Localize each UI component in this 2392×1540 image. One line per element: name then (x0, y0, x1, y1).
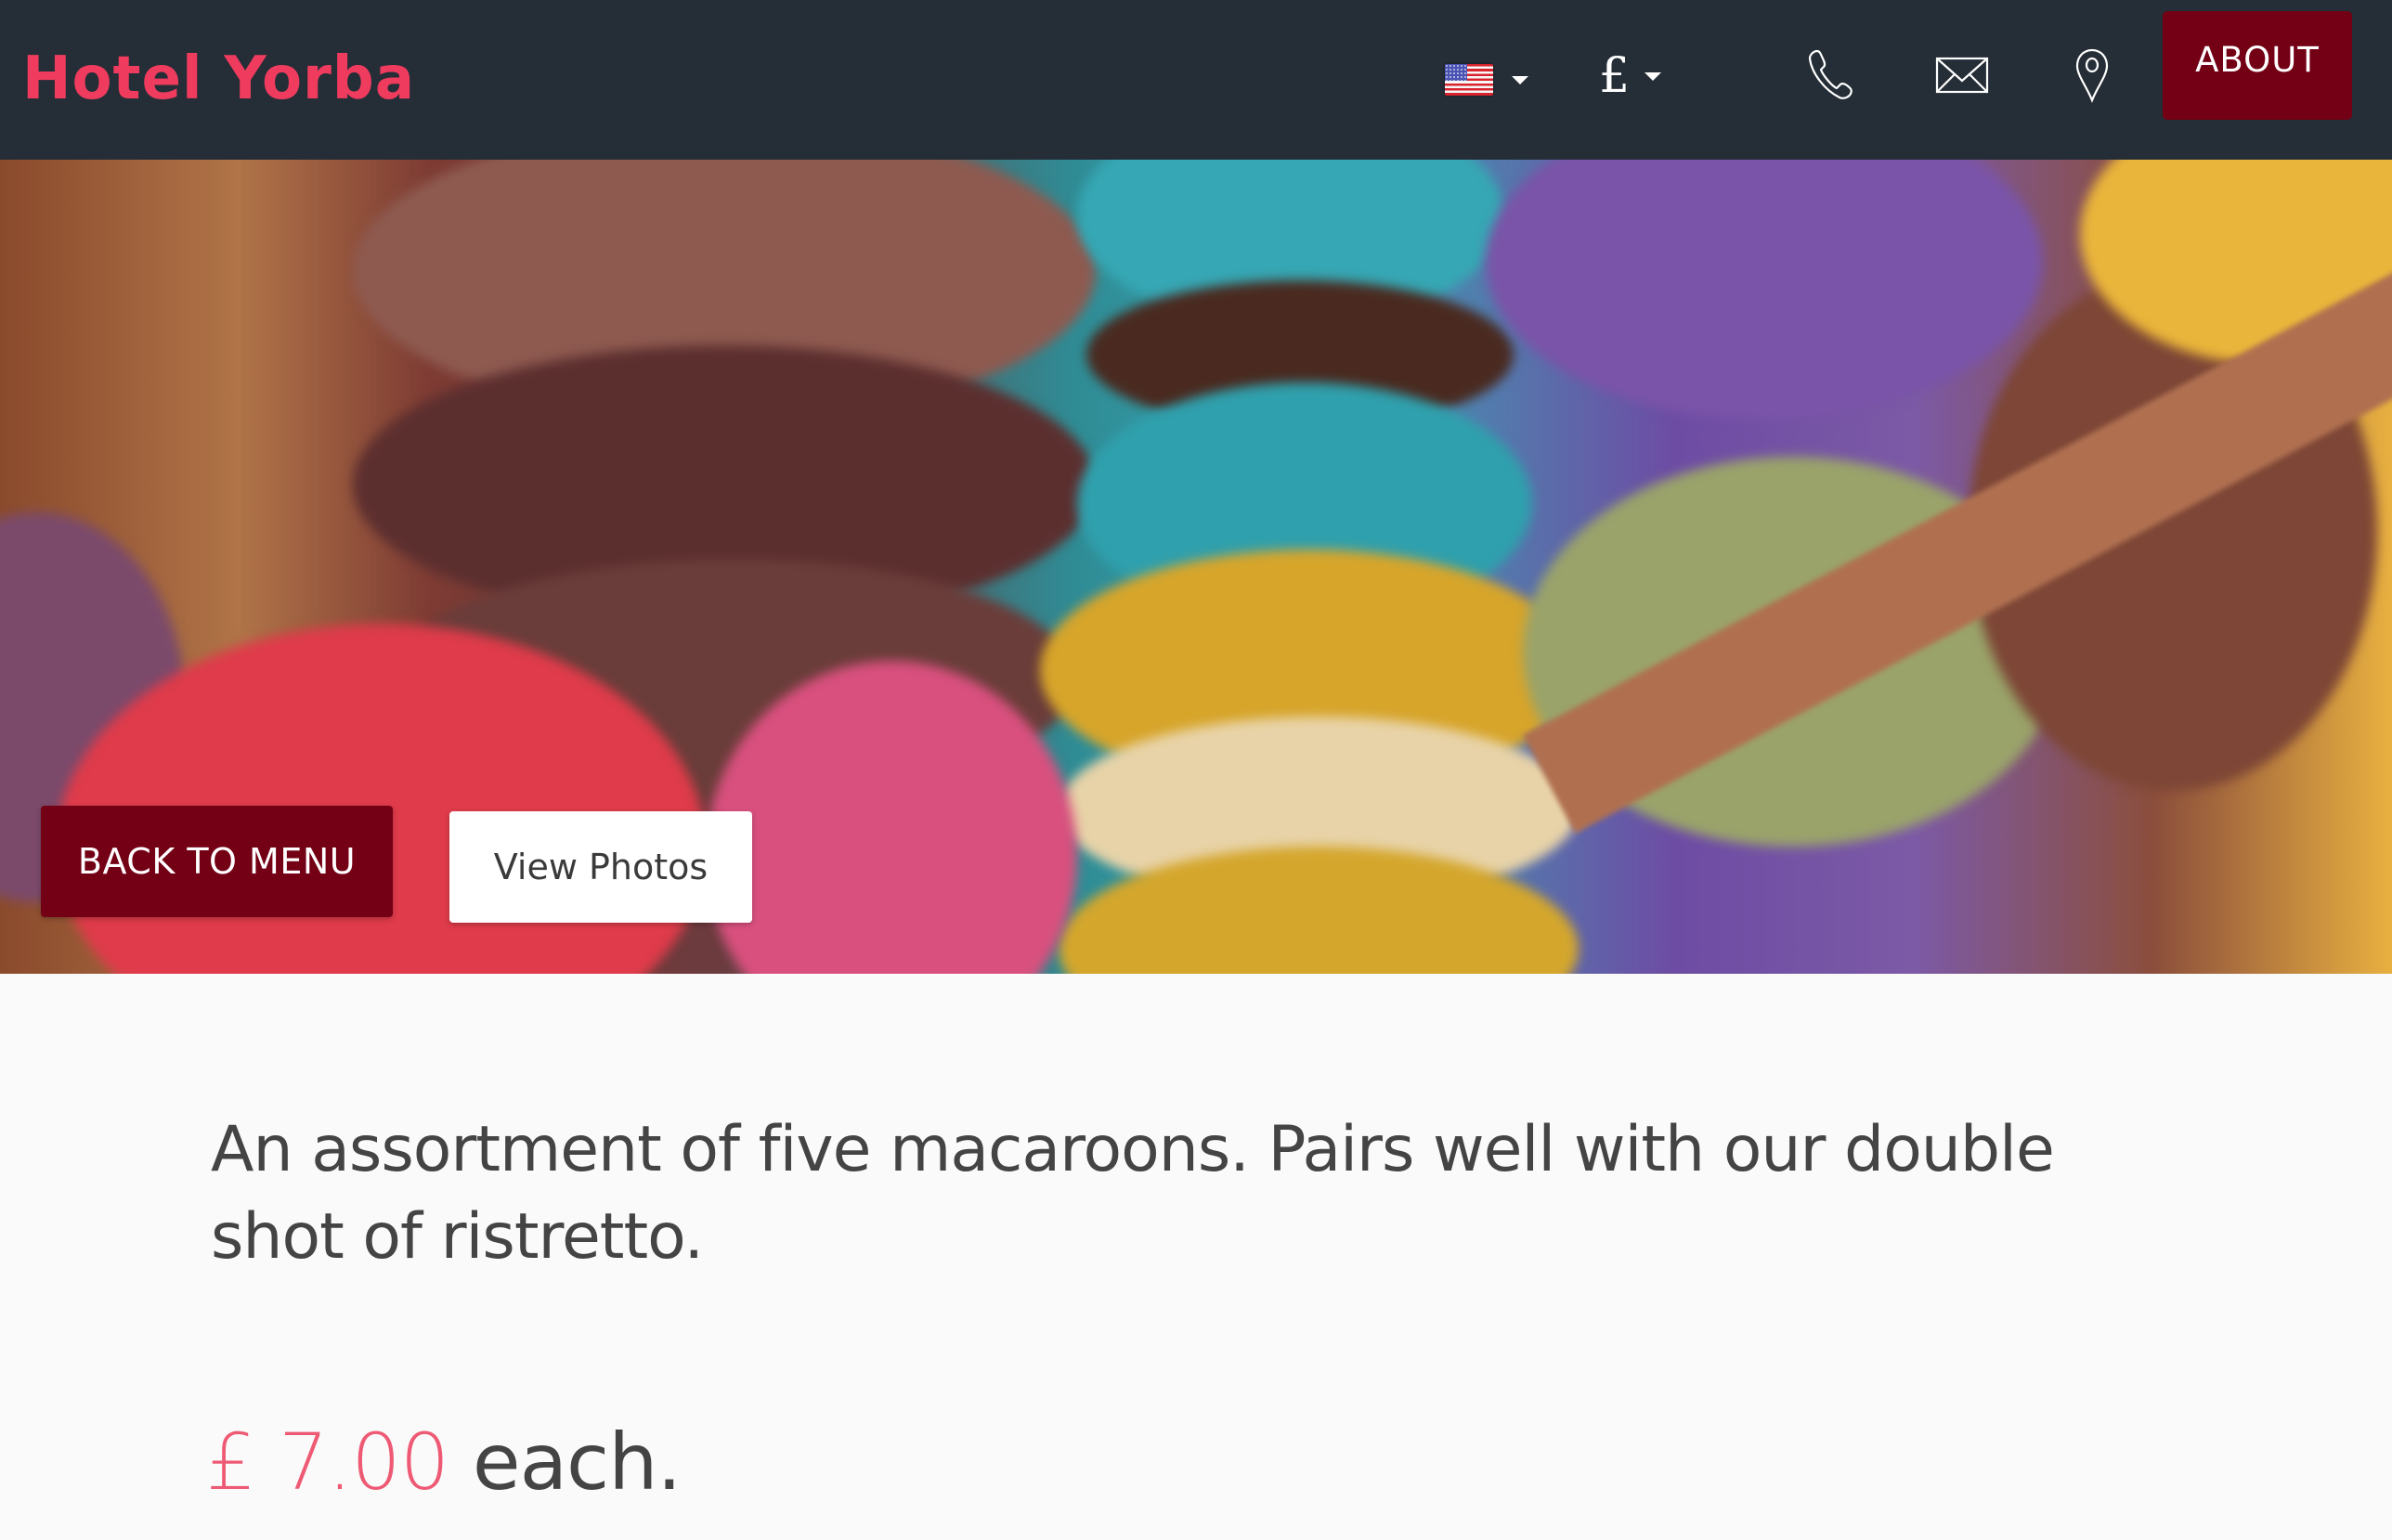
location-pin-icon (2075, 48, 2109, 103)
macaron-shape (1486, 160, 2043, 420)
view-photos-button[interactable]: View Photos (449, 811, 752, 923)
price-unit: each. (472, 1417, 682, 1508)
language-selector[interactable] (1445, 61, 1538, 98)
item-price: £ 7.00 (206, 1417, 449, 1508)
item-description: An assortment of five macaroons. Pairs w… (211, 1113, 2055, 1274)
mail-icon (1935, 57, 1989, 94)
hero-image-macarons: BACK TO MENU View Photos (0, 160, 2392, 974)
caret-down-icon (1512, 75, 1528, 84)
caret-down-icon (1644, 71, 1662, 81)
phone-button[interactable] (1801, 45, 1863, 106)
top-navbar: Hotel Yorba £ ABOUT (0, 0, 2392, 160)
phone-icon (1808, 49, 1852, 99)
currency-symbol: £ (1599, 48, 1631, 104)
currency-selector[interactable]: £ (1599, 48, 1673, 104)
email-button[interactable] (1931, 45, 1993, 106)
location-button[interactable] (2061, 45, 2123, 106)
price-line: £ 7.00 each. (206, 1411, 682, 1513)
back-to-menu-button[interactable]: BACK TO MENU (41, 806, 393, 917)
about-button[interactable]: ABOUT (2163, 11, 2352, 120)
hotel-logo[interactable]: Hotel Yorba (22, 45, 415, 113)
us-flag-icon (1445, 64, 1493, 96)
